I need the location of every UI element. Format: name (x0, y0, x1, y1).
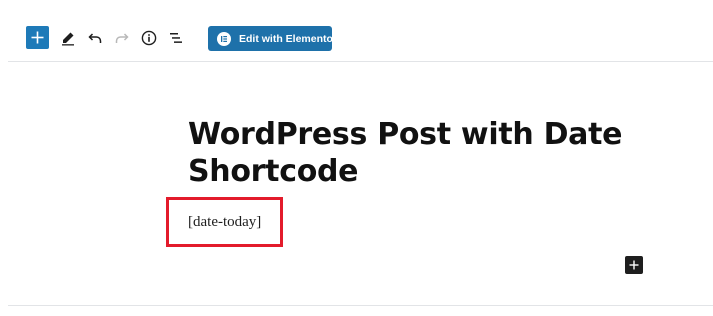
redo-icon (115, 33, 129, 43)
tools-button[interactable] (57, 27, 79, 49)
shortcode-block[interactable]: [date-today] (188, 214, 261, 231)
block-editor: Edit with Elementor WordPress Post with … (0, 0, 713, 316)
editor-toolbar: Edit with Elementor (0, 0, 713, 61)
plus-icon (31, 31, 44, 44)
post-title[interactable]: WordPress Post with Date Shortcode (188, 116, 648, 190)
edit-with-elementor-label: Edit with Elementor (239, 32, 338, 45)
edit-with-elementor-button[interactable]: Edit with Elementor (208, 26, 337, 51)
content-divider (8, 305, 713, 306)
undo-button[interactable] (84, 27, 106, 49)
elementor-logo-icon (217, 31, 231, 46)
toolbar-divider (8, 61, 713, 62)
info-icon (141, 30, 157, 46)
undo-icon (88, 33, 102, 43)
pencil-icon (62, 32, 74, 46)
add-block-button[interactable] (26, 26, 49, 49)
list-view-button[interactable] (165, 27, 187, 49)
redo-button[interactable] (111, 27, 133, 49)
details-button[interactable] (138, 27, 160, 49)
plus-icon (629, 260, 639, 270)
block-inserter-button[interactable] (625, 256, 643, 274)
list-view-icon (170, 33, 182, 43)
